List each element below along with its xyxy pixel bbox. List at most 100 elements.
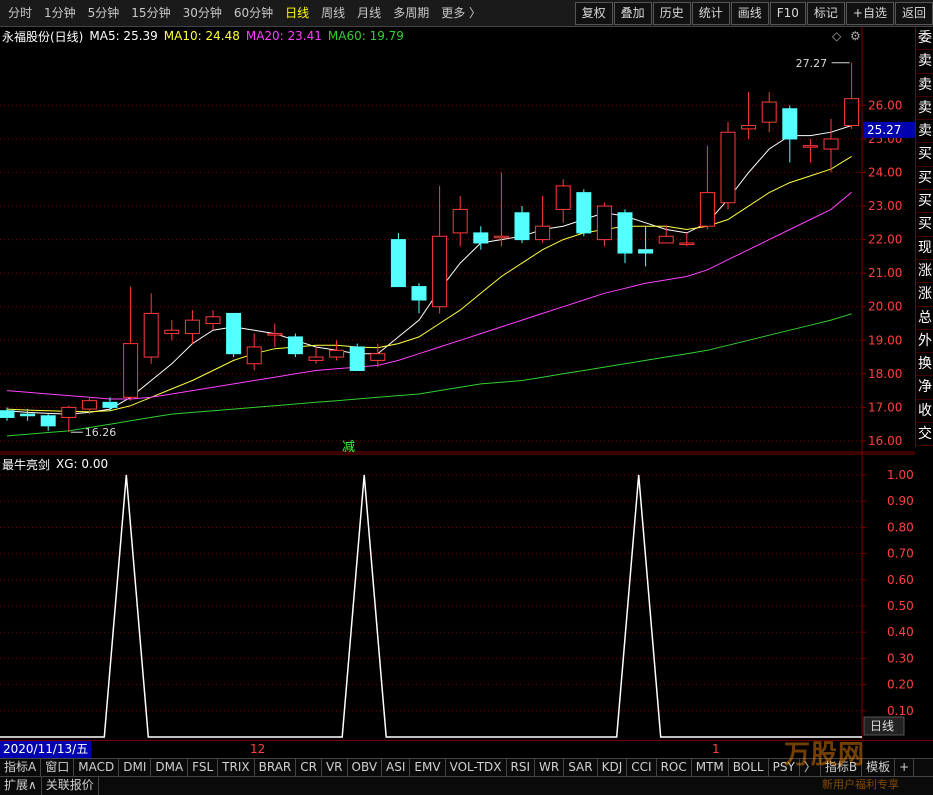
indicator-value: XG: 0.00 [56,457,109,471]
candle-9 [184,310,200,344]
bottom-tab-1[interactable]: 关联报价 [42,777,99,795]
candle-6 [123,286,139,401]
indicator-tab-20[interactable]: MTM [692,759,729,776]
sidebar-item-16[interactable]: 收 [916,400,933,424]
indicator-tab-0[interactable]: 指标A [0,759,42,776]
candle-39 [802,138,818,163]
indicator-tab-12[interactable]: EMV [410,759,446,776]
candle-38 [782,105,798,163]
main-legend: 永福股份(日线) MA5: 25.39 MA10: 24.48 MA20: 23… [2,27,410,45]
candle-body-24 [493,235,509,239]
candle-body-14 [287,336,303,355]
sidebar-item-11[interactable]: 涨 [916,283,933,307]
indicator-tab-21[interactable]: BOLL [729,759,769,776]
sidebar-item-12[interactable]: 总 [916,307,933,330]
candle-body-22 [452,208,468,234]
period-tab-10[interactable]: 更多 〉 [435,0,487,27]
indicator-tab-17[interactable]: KDJ [598,759,628,776]
candle-body-41 [844,98,860,127]
indicator-tab-26[interactable]: + [895,759,915,776]
indicator-tab-14[interactable]: RSI [507,759,536,776]
indicator-tab-18[interactable]: CCI [627,759,657,776]
indicator-tab-6[interactable]: TRIX [218,759,255,776]
toolbar-button-7[interactable]: +自选 [845,2,894,25]
indicator-tab-22[interactable]: PSY [769,759,800,776]
bottom-tab-0[interactable]: 扩展∧ [0,777,42,795]
period-tab-4[interactable]: 30分钟 [177,0,228,27]
settings-icon: ⚙ [850,29,861,43]
period-tab-6[interactable]: 日线 [279,0,315,27]
toolbar-button-0[interactable]: 复权 [574,2,613,25]
sidebar-item-17[interactable]: 交 [916,423,933,447]
indicator-tab-19[interactable]: ROC [657,759,692,776]
sidebar-item-5[interactable]: 买 [916,143,933,167]
period-tab-0[interactable]: 分时 [2,0,38,27]
period-tab-7[interactable]: 周线 [315,0,351,27]
sidebar-item-15[interactable]: 净 [916,376,933,400]
indicator-y-tick-label-2: 0.80 [887,520,914,534]
y-tick-label-8: 24.00 [868,166,902,180]
candle-body-23 [473,232,489,244]
indicator-tab-2[interactable]: MACD [74,759,120,776]
period-tabs: 分时 1分钟 5分钟 15分钟 30分钟 60分钟 日线 周线 月线 多周期 更多 〉 [2,0,487,27]
indicator-tab-24[interactable]: 指标B [821,759,863,776]
toolbar-button-1[interactable]: 叠加 [613,2,652,25]
indicator-tab-3[interactable]: DMI [119,759,152,776]
indicator-tab-11[interactable]: ASI [382,759,411,776]
indicator-tab-10[interactable]: OBV [348,759,383,776]
sidebar-item-7[interactable]: 买 [916,190,933,214]
sidebar-item-0[interactable]: 委 [916,27,933,51]
candle-28 [576,189,592,237]
indicator-tab-13[interactable]: VOL-TDX [446,759,507,776]
indicator-y-tick-label-7: 0.30 [887,651,914,665]
indicator-tab-4[interactable]: DMA [151,759,189,776]
indicator-tab-15[interactable]: WR [535,759,565,776]
sidebar-item-10[interactable]: 涨 [916,260,933,284]
period-tab-2[interactable]: 5分钟 [82,0,126,27]
indicator-tab-7[interactable]: BRAR [255,759,297,776]
indicator-tab-1[interactable]: 窗口 [41,759,75,776]
candle-body-25 [514,212,530,241]
period-tab-9[interactable]: 多周期 [387,0,435,27]
candle-35 [720,122,736,210]
toolbar-button-8[interactable]: 返回 [894,2,933,25]
candlestick-chart[interactable]: 16.00 17.00 18.00 19.00 20.00 21.00 22.00 23.00… [0,27,915,453]
period-tab-3[interactable]: 15分钟 [125,0,176,27]
candle-body-8 [164,329,180,335]
indicator-y-tick-label-8: 0.20 [887,678,914,692]
toolbar-button-4[interactable]: 画线 [730,2,769,25]
candle-3 [61,405,77,433]
toolbar-button-2[interactable]: 历史 [652,2,691,25]
candle-26 [535,195,551,243]
candle-13 [267,323,283,347]
sidebar-item-3[interactable]: 卖 [916,97,933,121]
candle-24 [493,172,509,247]
sidebar-item-14[interactable]: 换 [916,353,933,377]
sidebar-item-8[interactable]: 买 [916,213,933,237]
sidebar-item-6[interactable]: 买 [916,167,933,191]
candle-2 [40,414,56,431]
sidebar-item-13[interactable]: 外 [916,330,933,354]
indicator-tab-5[interactable]: FSL [188,759,219,776]
period-tab-1[interactable]: 1分钟 [38,0,82,27]
indicator-chart[interactable]: 1.00 0.90 0.80 0.70 0.60 0.50 0.40 0.30 0.20 0.10… [0,453,915,740]
candle-body-17 [349,346,365,371]
indicator-tab-16[interactable]: SAR [564,759,598,776]
indicator-tab-9[interactable]: VR [322,759,348,776]
sidebar-item-1[interactable]: 卖 [916,50,933,74]
toolbar-button-6[interactable]: 标记 [806,2,845,25]
indicator-tab-23[interactable]: 〉 [800,759,821,776]
y-tick-label-0: 16.00 [868,434,902,448]
candle-40 [823,118,839,173]
month-mark-12: 12 [250,742,266,756]
candle-body-35 [720,131,736,204]
indicator-tab-8[interactable]: CR [296,759,322,776]
sidebar-item-2[interactable]: 卖 [916,74,933,97]
indicator-tab-25[interactable]: 模板 [862,759,896,776]
toolbar-button-5[interactable]: F10 [769,2,806,25]
period-tab-5[interactable]: 60分钟 [228,0,279,27]
period-tab-8[interactable]: 月线 [351,0,387,27]
sidebar-item-4[interactable]: 卖 [916,120,933,144]
sidebar-item-9[interactable]: 现 [916,237,933,260]
toolbar-button-3[interactable]: 统计 [691,2,730,25]
